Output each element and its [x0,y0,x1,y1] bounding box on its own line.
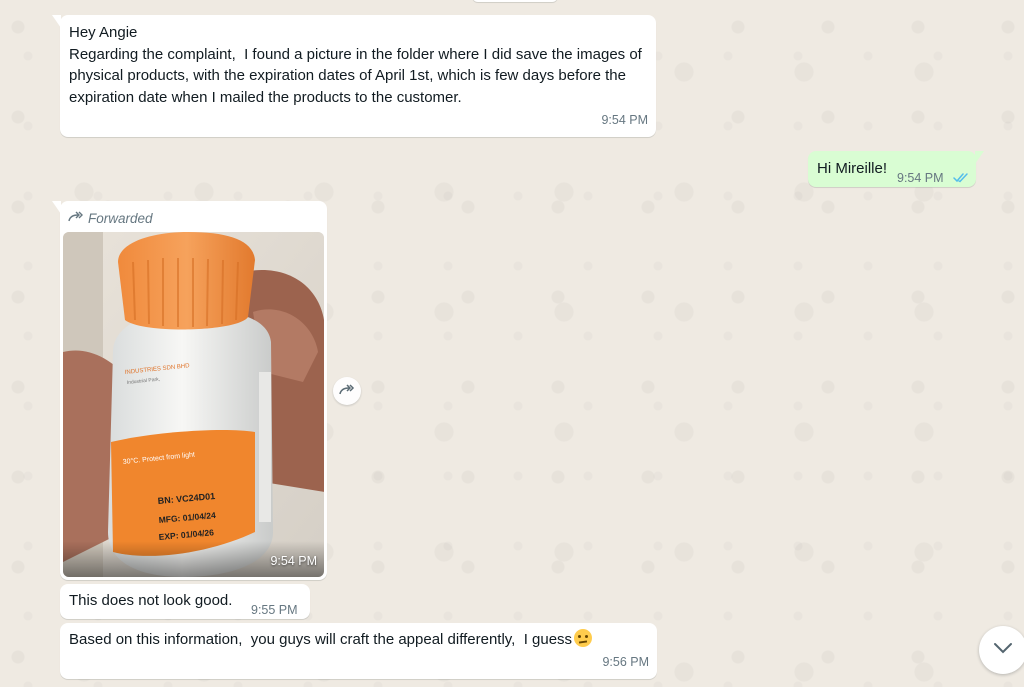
forward-icon [339,382,355,400]
message-time: 9:54 PM [897,171,944,185]
message-incoming[interactable]: Based on this information, you guys will… [60,623,657,679]
forwarded-label: Forwarded [68,208,153,230]
bubble-tail [52,15,61,28]
chevron-down-icon [993,641,1013,659]
forwarded-text: Forwarded [88,211,153,226]
message-incoming[interactable]: Hey Angie Regarding the complaint, I fou… [52,15,656,137]
bubble-tail [52,201,61,214]
bubble-tail [975,151,984,164]
message-forwarded-image[interactable]: Forwarded INDUSTRIES SDN BHD Industrial … [52,201,327,580]
double-check-read-icon [953,168,969,190]
message-incoming[interactable]: This does not look good. 9:55 PM [60,584,310,619]
message-text: Hi Mireille! [817,160,888,177]
forward-button[interactable] [333,377,361,405]
thinking-face-icon [574,629,593,647]
scroll-to-bottom-button[interactable] [979,626,1024,674]
message-text: This does not look good. [69,592,233,609]
message-time: 9:54 PM [601,113,648,128]
message-text: Hey Angie Regarding the complaint, I fou… [69,24,642,107]
message-text: Based on this information, you guys will… [69,631,573,648]
message-time: 9:54 PM [270,554,317,569]
previous-message-stub [472,0,558,2]
bottle-image: INDUSTRIES SDN BHD Industrial Park, 30°C… [63,232,324,577]
message-outgoing[interactable]: Hi Mireille! 9:54 PM [808,151,984,190]
message-time: 9:55 PM [251,603,298,617]
product-photo[interactable]: INDUSTRIES SDN BHD Industrial Park, 30°C… [63,232,324,577]
forwarded-arrow-icon [68,208,84,230]
message-time: 9:56 PM [602,655,649,670]
